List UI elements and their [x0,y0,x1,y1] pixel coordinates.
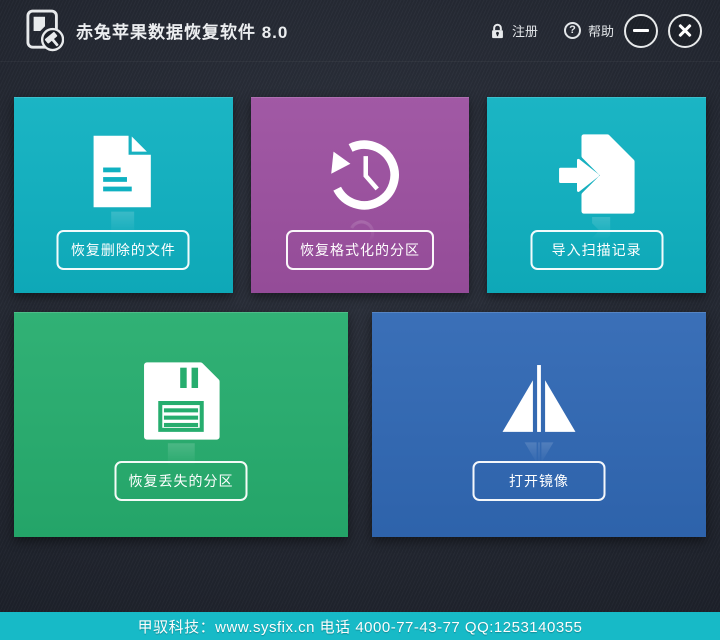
document-icon [92,134,154,241]
register-button[interactable]: 注册 [490,21,538,40]
recover-deleted-files-button[interactable]: 恢复删除的文件 [57,230,190,270]
tile-recover-deleted-files[interactable]: 恢复删除的文件 [14,97,233,293]
title-bar: 赤兔苹果数据恢复软件 8.0 注册 ? 帮助 [0,0,720,62]
mirror-triangles-icon [501,362,577,470]
floppy-disk-icon [142,362,220,472]
help-icon: ? [564,22,581,39]
help-label: 帮助 [588,21,614,40]
minimize-icon [633,29,649,32]
tile-recover-lost-partition[interactable]: 恢复丢失的分区 [14,312,348,537]
open-image-button[interactable]: 打开镜像 [473,461,606,501]
footer-contact-text: 甲驭科技：www.sysfix.cn 电话 4000-77-43-77 QQ:1… [138,616,583,637]
help-button[interactable]: ? 帮助 [564,21,614,40]
tile-import-scan-records[interactable]: 导入扫描记录 [487,97,706,293]
register-label: 注册 [512,21,538,40]
app-logo-icon [26,9,64,53]
recover-lost-partition-button[interactable]: 恢复丢失的分区 [115,461,248,501]
close-icon [677,23,693,39]
close-button[interactable] [668,14,702,48]
tile-open-image[interactable]: 打开镜像 [372,312,706,537]
app-title: 赤兔苹果数据恢复软件 8.0 [76,18,288,43]
recover-formatted-partition-button[interactable]: 恢复格式化的分区 [286,230,434,270]
tile-row-bottom: 恢复丢失的分区 打开镜像 [14,312,706,537]
minimize-button[interactable] [624,14,658,48]
main-area: 恢复删除的文件 恢复格式化的分区 [0,62,720,537]
import-scan-records-button[interactable]: 导入扫描记录 [530,230,663,270]
footer-bar: 甲驭科技：www.sysfix.cn 电话 4000-77-43-77 QQ:1… [0,612,720,640]
lock-icon [490,22,505,40]
tile-row-top: 恢复删除的文件 恢复格式化的分区 [14,97,706,293]
tile-recover-formatted-partition[interactable]: 恢复格式化的分区 [251,97,470,293]
